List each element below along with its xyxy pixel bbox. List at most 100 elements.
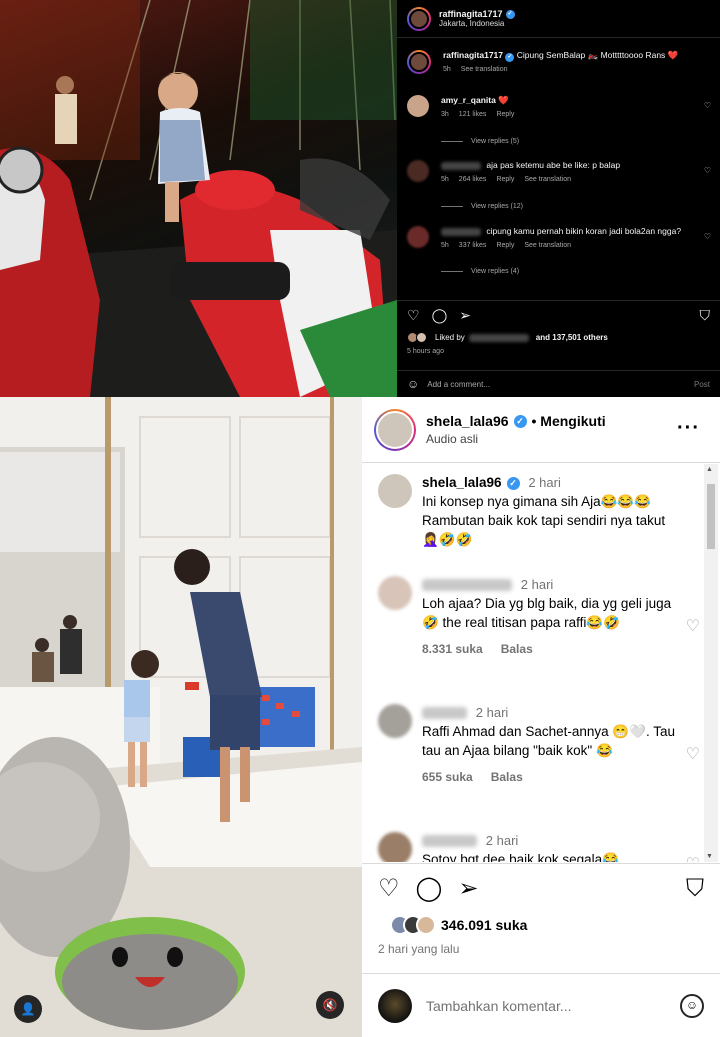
- comments-scrollbar[interactable]: ▲ ▼: [704, 464, 718, 862]
- more-options-icon[interactable]: ···: [677, 417, 700, 440]
- heart-icon[interactable]: ♡: [407, 307, 420, 324]
- avatar[interactable]: [407, 226, 429, 248]
- post-button[interactable]: Post: [694, 380, 710, 389]
- share-icon[interactable]: ➢: [459, 307, 471, 324]
- comment-likes[interactable]: 264 likes: [459, 175, 487, 185]
- comment-likes[interactable]: 8.331 suka: [422, 641, 483, 658]
- comment-text: Raffi Ahmad dan Sachet-annya 😁🤍. Tau tau…: [422, 723, 676, 758]
- scroll-up-icon[interactable]: ▲: [706, 466, 713, 473]
- avatar[interactable]: [407, 160, 429, 182]
- tagged-users-icon[interactable]: 👤: [14, 995, 42, 1023]
- likes-summary: Liked by and 137,501 others: [407, 332, 608, 343]
- comment-text: cipung kamu pernah bikin koran jadi bola…: [486, 226, 682, 236]
- top-comments-sidebar: raffinagita1717 ✓ Jakarta, Indonesia raf…: [397, 0, 720, 397]
- post-author-username[interactable]: shela_lala96: [426, 413, 509, 429]
- heart-icon[interactable]: ♡: [704, 101, 711, 110]
- heart-icon[interactable]: ♡: [686, 744, 700, 764]
- emoji-icon[interactable]: ☺: [680, 993, 704, 1018]
- bookmark-icon[interactable]: ⛉: [686, 875, 704, 903]
- bookmark-icon[interactable]: ⛉: [700, 307, 711, 324]
- view-replies-button[interactable]: View replies (4): [441, 268, 519, 275]
- comment-username[interactable]: shela_lala96: [422, 474, 502, 493]
- comment-text: Sotoy bgt dee baik kok segala😂: [422, 851, 619, 862]
- comments-list: shela_lala96 ✓ 2 hari Ini konsep nya gim…: [362, 464, 708, 862]
- reply-button[interactable]: Balas: [501, 641, 533, 658]
- top-post-header: raffinagita1717 ✓ Jakarta, Indonesia: [397, 0, 720, 38]
- reply-button[interactable]: Reply: [496, 175, 514, 185]
- avatar[interactable]: [407, 6, 431, 31]
- comment-text: Ini konsep nya gimana sih Aja😂😂😂 Rambuta…: [422, 493, 666, 547]
- emoji-icon[interactable]: ☺: [407, 377, 419, 391]
- avatar[interactable]: [378, 832, 412, 862]
- view-replies-button[interactable]: View replies (12): [441, 203, 523, 210]
- comment-icon[interactable]: ◯: [432, 307, 448, 324]
- post-location[interactable]: Jakarta, Indonesia: [439, 19, 515, 28]
- heart-icon[interactable]: ♡: [378, 874, 400, 903]
- share-icon[interactable]: ➢: [458, 874, 478, 903]
- top-post-panel: raffinagita1717 ✓ Jakarta, Indonesia raf…: [0, 0, 720, 397]
- blurred-username: [441, 227, 481, 236]
- heart-icon[interactable]: ♡: [686, 854, 700, 862]
- reply-button[interactable]: Reply: [496, 241, 514, 251]
- comment-username[interactable]: amy_r_qanita: [441, 95, 496, 105]
- see-translation-link[interactable]: See translation: [524, 241, 571, 251]
- top-post-photo: [0, 0, 397, 397]
- blurred-username: [441, 161, 481, 170]
- avatar[interactable]: [378, 474, 412, 508]
- comment-time: 2 hari: [528, 475, 561, 490]
- comment-time: 5h: [441, 175, 449, 183]
- add-comment-bar: ☺ Add a comment... Post: [397, 370, 720, 397]
- view-replies-button[interactable]: View replies (5): [441, 138, 519, 145]
- liked-by-count[interactable]: and 137,501 others: [536, 333, 608, 342]
- reply-button[interactable]: Reply: [496, 110, 514, 120]
- bottom-comments-sidebar: shela_lala96 ✓ • Mengikuti Audio asli ··…: [362, 397, 720, 1037]
- post-author-username[interactable]: raffinagita1717: [439, 9, 503, 19]
- bottom-post-panel: 👤 🔇 shela_lala96 ✓ • Mengikuti Audio asl…: [0, 397, 720, 1037]
- list-item: 2 hari Sotoy bgt dee baik kok segala😂 ♡: [378, 832, 700, 862]
- heart-icon[interactable]: ♡: [686, 616, 700, 636]
- list-item: aja pas ketemu abe be like: p balap 5h 2…: [407, 160, 715, 185]
- comment-username[interactable]: raffinagita1717: [443, 50, 503, 60]
- add-comment-bar: Tambahkan komentar... ☺: [362, 973, 720, 1037]
- scrollbar-thumb[interactable]: [707, 484, 715, 549]
- mute-icon[interactable]: 🔇: [316, 991, 344, 1019]
- avatar[interactable]: [407, 95, 429, 117]
- comment-likes[interactable]: 655 suka: [422, 769, 473, 786]
- comment-time: 2 hari: [485, 833, 519, 848]
- heart-icon[interactable]: ♡: [704, 166, 711, 175]
- playroom-photo: [0, 397, 362, 1037]
- comment-text: ❤️: [498, 95, 509, 105]
- add-comment-input[interactable]: Add a comment...: [427, 380, 490, 389]
- heart-icon[interactable]: ♡: [704, 232, 711, 241]
- reply-button[interactable]: Balas: [491, 769, 523, 786]
- list-item: 2 hari Raffi Ahmad dan Sachet-annya 😁🤍. …: [378, 704, 700, 785]
- see-translation-link[interactable]: See translation: [524, 175, 571, 185]
- following-status[interactable]: • Mengikuti: [532, 413, 606, 429]
- list-item: 2 hari Loh ajaa? Dia yg blg baik, dia yg…: [378, 576, 700, 657]
- see-translation-link[interactable]: See translation: [461, 65, 508, 75]
- list-item: shela_lala96 ✓ 2 hari Ini konsep nya gim…: [378, 474, 700, 550]
- scroll-down-icon[interactable]: ▼: [706, 853, 713, 860]
- add-comment-input[interactable]: Tambahkan komentar...: [426, 998, 572, 1014]
- post-time: 5 hours ago: [407, 348, 444, 355]
- comment-icon[interactable]: ◯: [416, 874, 443, 903]
- audio-label[interactable]: Audio asli: [426, 432, 606, 446]
- avatar[interactable]: [374, 408, 416, 451]
- blurred-username: [422, 579, 512, 592]
- comment-likes[interactable]: 121 likes: [459, 110, 487, 120]
- bottom-post-header: shela_lala96 ✓ • Mengikuti Audio asli ··…: [362, 397, 720, 463]
- comment-text: Loh ajaa? Dia yg blg baik, dia yg geli j…: [422, 595, 672, 630]
- bottom-post-video[interactable]: 👤 🔇: [0, 397, 362, 1037]
- comment-time: 5h: [443, 66, 451, 73]
- avatar[interactable]: [378, 576, 412, 610]
- verified-badge-icon: ✓: [506, 476, 520, 490]
- avatar: [378, 988, 412, 1023]
- likes-summary: 346.091 suka: [378, 915, 527, 935]
- post-action-bar: ♡ ◯ ➢ ⛉: [362, 863, 720, 913]
- avatar[interactable]: [378, 704, 412, 738]
- comment-time: 2 hari: [475, 705, 509, 720]
- comment-likes[interactable]: 337 likes: [459, 241, 487, 251]
- list-item: raffinagita1717 ✓ Cipung SemBalap 🏍️ Mot…: [407, 50, 715, 75]
- avatar[interactable]: [407, 50, 431, 74]
- likes-count[interactable]: 346.091 suka: [441, 917, 527, 933]
